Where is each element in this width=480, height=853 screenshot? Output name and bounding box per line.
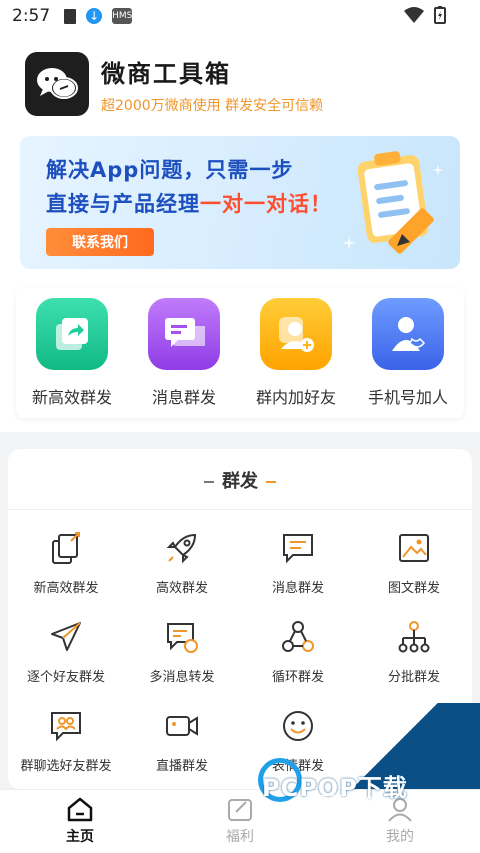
tool-new-efficient[interactable]: 新高效群发 bbox=[8, 529, 124, 596]
sparkle-icon bbox=[342, 236, 356, 250]
app-text: 微商工具箱 超2000万微商使用 群发安全可信赖 bbox=[101, 54, 323, 115]
quick-icon-bg bbox=[260, 298, 332, 370]
top-area: 微商工具箱 超2000万微商使用 群发安全可信赖 解决App问题，只需一步 直接… bbox=[0, 32, 480, 432]
copy-icon bbox=[47, 529, 85, 567]
group-chat-icon bbox=[47, 707, 85, 745]
tab-label: 我的 bbox=[386, 829, 414, 845]
hms-label: HMS bbox=[112, 11, 133, 21]
tool-label: 消息群发 bbox=[271, 581, 324, 596]
tool-label: 群聊选好友群发 bbox=[20, 759, 112, 774]
phone-contact-icon bbox=[392, 317, 425, 351]
bottom-tabbar: 主页 福利 我的 bbox=[0, 789, 480, 853]
app-header: 微商工具箱 超2000万微商使用 群发安全可信赖 bbox=[25, 52, 323, 116]
group-send-panel: 群发 新高效群发 高效群发 消息群发 图文群发 逐个好友群发 多消息转发 循环群… bbox=[8, 449, 472, 789]
quick-action-message[interactable]: 消息群发 bbox=[129, 288, 239, 418]
banner-line2: 直接与产品经理一对一对话！ bbox=[46, 188, 332, 218]
tool-efficient[interactable]: 高效群发 bbox=[124, 529, 240, 596]
app-title: 微商工具箱 bbox=[101, 59, 231, 88]
status-right bbox=[404, 6, 446, 24]
quick-action-add-friend[interactable]: 群内加好友 bbox=[241, 288, 351, 418]
quick-action-label: 新高效群发 bbox=[31, 388, 112, 407]
quick-icon-bg bbox=[148, 298, 220, 370]
home-icon bbox=[67, 797, 93, 822]
tool-label: 高效群发 bbox=[155, 581, 208, 596]
message-icon bbox=[279, 529, 317, 567]
tool-label: 图文群发 bbox=[387, 581, 440, 596]
image-icon bbox=[395, 529, 433, 567]
chat-bubbles-icon bbox=[37, 68, 78, 99]
tool-label: 多消息转发 bbox=[149, 670, 215, 685]
tool-label: 循环群发 bbox=[271, 670, 324, 685]
wifi-icon bbox=[404, 7, 424, 23]
quick-icon-bg bbox=[372, 298, 444, 370]
tool-group-chat[interactable]: 群聊选好友群发 bbox=[8, 707, 124, 774]
banner-line1: 解决App问题，只需一步 bbox=[46, 158, 294, 182]
tool-label: 直播群发 bbox=[155, 759, 208, 774]
tool-live[interactable]: 直播群发 bbox=[124, 707, 240, 774]
video-icon bbox=[163, 707, 201, 745]
quick-action-new-efficient[interactable]: 新高效群发 bbox=[17, 288, 127, 418]
tool-grid: 新高效群发 高效群发 消息群发 图文群发 逐个好友群发 多消息转发 循环群发 分… bbox=[8, 529, 472, 774]
quick-action-label: 群内加好友 bbox=[255, 388, 336, 407]
quick-action-label: 消息群发 bbox=[151, 388, 216, 407]
download-icon: ↓ bbox=[86, 8, 103, 24]
quick-action-phone[interactable]: 手机号加人 bbox=[353, 288, 463, 418]
tool-message[interactable]: 消息群发 bbox=[240, 529, 356, 596]
tool-image-text[interactable]: 图文群发 bbox=[356, 529, 472, 596]
forward-icon bbox=[163, 618, 201, 656]
title-dash bbox=[266, 481, 276, 483]
panel-title: 群发 bbox=[8, 467, 472, 493]
tool-loop[interactable]: 循环群发 bbox=[240, 618, 356, 685]
sim-card-icon bbox=[64, 8, 77, 24]
tool-label: 分批群发 bbox=[387, 670, 440, 685]
app-subtitle: 超2000万微商使用 群发安全可信赖 bbox=[101, 97, 324, 114]
tool-label: 新高效群发 bbox=[33, 581, 99, 596]
title-dash bbox=[204, 481, 214, 483]
quick-actions: 新高效群发 消息群发 群内加好友 手机号加人 bbox=[16, 288, 464, 418]
tab-home[interactable]: 主页 bbox=[0, 790, 160, 853]
hms-icon: HMS bbox=[112, 8, 132, 24]
app-logo bbox=[25, 52, 89, 116]
battery-icon bbox=[434, 6, 446, 24]
banner-line2-prefix: 直接与产品经理 bbox=[46, 192, 200, 216]
add-friend-icon bbox=[279, 317, 314, 352]
tab-label: 主页 bbox=[66, 829, 94, 845]
tool-multi-forward[interactable]: 多消息转发 bbox=[124, 618, 240, 685]
tool-batch[interactable]: 分批群发 bbox=[356, 618, 472, 685]
panel-title-text: 群发 bbox=[222, 471, 258, 492]
watermark-subtext: PCPOP Download bbox=[310, 794, 379, 803]
tool-emoji[interactable]: 表情群发 bbox=[240, 707, 356, 774]
contact-us-button[interactable]: 联系我们 bbox=[46, 228, 154, 256]
gift-icon bbox=[228, 799, 252, 821]
tool-one-by-one[interactable]: 逐个好友群发 bbox=[8, 618, 124, 685]
share-icon bbox=[56, 318, 88, 350]
tree-icon bbox=[395, 618, 433, 656]
contact-banner[interactable]: 解决App问题，只需一步 直接与产品经理一对一对话！ 联系我们 bbox=[20, 136, 460, 269]
paper-plane-icon bbox=[47, 618, 85, 656]
quick-action-label: 手机号加人 bbox=[367, 388, 448, 407]
banner-line2-highlight: 一对一对话！ bbox=[200, 192, 332, 216]
tab-label: 福利 bbox=[226, 829, 254, 845]
smile-icon bbox=[279, 707, 317, 745]
message-icon bbox=[165, 318, 205, 347]
sparkle-icon bbox=[432, 164, 444, 176]
status-bar: 2:57 ↓ HMS bbox=[0, 0, 480, 32]
status-time: 2:57 bbox=[12, 6, 51, 26]
loop-icon bbox=[279, 618, 317, 656]
rocket-icon bbox=[163, 529, 201, 567]
tool-label: 逐个好友群发 bbox=[26, 670, 105, 685]
quick-icon-bg bbox=[36, 298, 108, 370]
divider bbox=[8, 509, 472, 510]
